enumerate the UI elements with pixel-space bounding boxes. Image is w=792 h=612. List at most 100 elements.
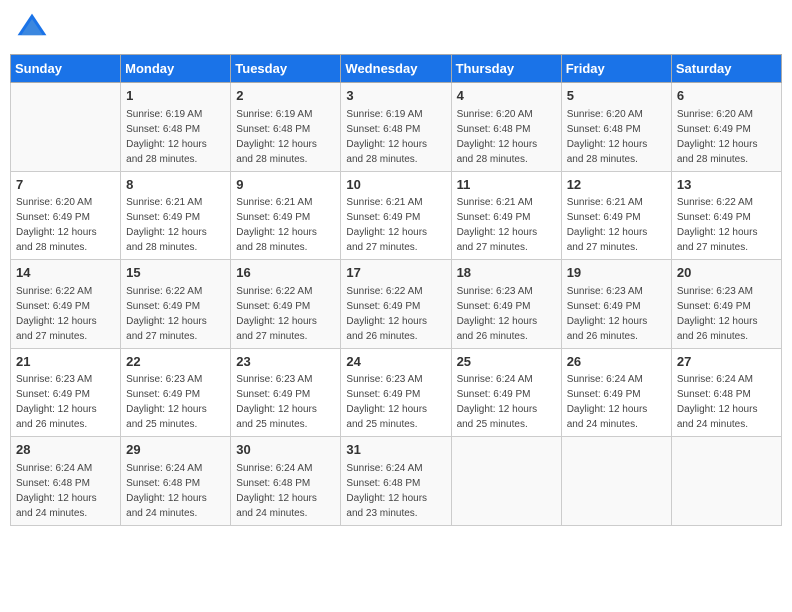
logo-icon [14,10,50,46]
day-cell: 1 Sunrise: 6:19 AM Sunset: 6:48 PM Daylig… [121,83,231,172]
day-info: Sunrise: 6:24 AM Sunset: 6:48 PM Dayligh… [236,463,317,519]
day-number: 25 [457,353,556,371]
day-cell: 27 Sunrise: 6:24 AM Sunset: 6:48 PM Dayli… [671,348,781,437]
day-cell: 8 Sunrise: 6:21 AM Sunset: 6:49 PM Daylig… [121,171,231,260]
day-cell: 20 Sunrise: 6:23 AM Sunset: 6:49 PM Dayli… [671,260,781,349]
day-cell: 16 Sunrise: 6:22 AM Sunset: 6:49 PM Dayli… [231,260,341,349]
day-cell: 31 Sunrise: 6:24 AM Sunset: 6:48 PM Dayli… [341,437,451,526]
week-row-2: 7 Sunrise: 6:20 AM Sunset: 6:49 PM Daylig… [11,171,782,260]
day-number: 30 [236,441,335,459]
day-cell: 18Sunrise: 6:23 AM Sunset: 6:49 PM Dayli… [451,260,561,349]
day-cell: 9Sunrise: 6:21 AM Sunset: 6:49 PM Daylig… [231,171,341,260]
day-number: 8 [126,176,225,194]
day-cell: 14Sunrise: 6:22 AM Sunset: 6:49 PM Dayli… [11,260,121,349]
day-cell: 7 Sunrise: 6:20 AM Sunset: 6:49 PM Daylig… [11,171,121,260]
day-number: 6 [677,87,776,105]
day-info: Sunrise: 6:20 AM Sunset: 6:49 PM Dayligh… [16,197,97,253]
days-header-row: SundayMondayTuesdayWednesdayThursdayFrid… [11,55,782,83]
day-number: 23 [236,353,335,371]
day-number: 21 [16,353,115,371]
day-number: 27 [677,353,776,371]
day-cell: 29Sunrise: 6:24 AM Sunset: 6:48 PM Dayli… [121,437,231,526]
day-cell: 5Sunrise: 6:20 AM Sunset: 6:48 PM Daylig… [561,83,671,172]
day-number: 19 [567,264,666,282]
day-info: Sunrise: 6:23 AM Sunset: 6:49 PM Dayligh… [16,374,97,430]
day-cell [561,437,671,526]
day-number: 15 [126,264,225,282]
day-info: Sunrise: 6:21 AM Sunset: 6:49 PM Dayligh… [126,197,207,253]
day-info: Sunrise: 6:23 AM Sunset: 6:49 PM Dayligh… [346,374,427,430]
day-cell: 4 Sunrise: 6:20 AM Sunset: 6:48 PM Daylig… [451,83,561,172]
day-info: Sunrise: 6:23 AM Sunset: 6:49 PM Dayligh… [126,374,207,430]
day-number: 16 [236,264,335,282]
header [10,10,782,46]
day-info: Sunrise: 6:22 AM Sunset: 6:49 PM Dayligh… [346,286,427,342]
day-number: 5 [567,87,666,105]
day-cell: 28Sunrise: 6:24 AM Sunset: 6:48 PM Dayli… [11,437,121,526]
day-info: Sunrise: 6:24 AM Sunset: 6:48 PM Dayligh… [126,463,207,519]
weekday-header-saturday: Saturday [671,55,781,83]
day-info: Sunrise: 6:20 AM Sunset: 6:48 PM Dayligh… [457,109,538,165]
day-cell: 13 Sunrise: 6:22 AM Sunset: 6:49 PM Dayli… [671,171,781,260]
day-number: 12 [567,176,666,194]
week-row-5: 28 Sunrise: 6:24 AM Sunset: 6:48 PM Dayli… [11,437,782,526]
day-cell: 25 Sunrise: 6:24 AM Sunset: 6:49 PM Dayli… [451,348,561,437]
day-cell: 15Sunrise: 6:22 AM Sunset: 6:49 PM Dayli… [121,260,231,349]
day-number: 14 [16,264,115,282]
day-cell [451,437,561,526]
day-number: 24 [346,353,445,371]
calendar-table: SundayMondayTuesdayWednesdayThursdayFrid… [10,54,782,526]
weekday-header-tuesday: Tuesday [231,55,341,83]
week-row-3: 14 Sunrise: 6:22 AM Sunset: 6:49 PM Dayli… [11,260,782,349]
day-cell: 19 Sunrise: 6:23 AM Sunset: 6:49 PM Dayli… [561,260,671,349]
week-row-4: 21 Sunrise: 6:23 AM Sunset: 6:49 PM Dayli… [11,348,782,437]
day-cell: 30 Sunrise: 6:24 AM Sunset: 6:48 PM Dayli… [231,437,341,526]
weekday-header-thursday: Thursday [451,55,561,83]
day-number: 31 [346,441,445,459]
day-info: Sunrise: 6:23 AM Sunset: 6:49 PM Dayligh… [567,286,648,342]
weekday-header-friday: Friday [561,55,671,83]
day-info: Sunrise: 6:24 AM Sunset: 6:49 PM Dayligh… [567,374,648,430]
day-cell: 6 Sunrise: 6:20 AM Sunset: 6:49 PM Daylig… [671,83,781,172]
day-number: 18 [457,264,556,282]
day-cell: 10 Sunrise: 6:21 AM Sunset: 6:49 PM Dayli… [341,171,451,260]
day-cell: 2 Sunrise: 6:19 AM Sunset: 6:48 PM Daylig… [231,83,341,172]
day-info: Sunrise: 6:23 AM Sunset: 6:49 PM Dayligh… [677,286,758,342]
day-number: 1 [126,87,225,105]
day-info: Sunrise: 6:20 AM Sunset: 6:49 PM Dayligh… [677,109,758,165]
logo [14,10,54,46]
day-cell: 23 Sunrise: 6:23 AM Sunset: 6:49 PM Dayli… [231,348,341,437]
weekday-header-wednesday: Wednesday [341,55,451,83]
day-info: Sunrise: 6:19 AM Sunset: 6:48 PM Dayligh… [346,109,427,165]
day-info: Sunrise: 6:24 AM Sunset: 6:48 PM Dayligh… [346,463,427,519]
day-number: 3 [346,87,445,105]
day-info: Sunrise: 6:24 AM Sunset: 6:49 PM Dayligh… [457,374,538,430]
day-cell: 3 Sunrise: 6:19 AM Sunset: 6:48 PM Daylig… [341,83,451,172]
day-info: Sunrise: 6:22 AM Sunset: 6:49 PM Dayligh… [236,286,317,342]
day-cell: 26 Sunrise: 6:24 AM Sunset: 6:49 PM Dayli… [561,348,671,437]
day-cell: 21 Sunrise: 6:23 AM Sunset: 6:49 PM Dayli… [11,348,121,437]
day-cell: 22 Sunrise: 6:23 AM Sunset: 6:49 PM Dayli… [121,348,231,437]
day-number: 2 [236,87,335,105]
day-number: 20 [677,264,776,282]
day-info: Sunrise: 6:19 AM Sunset: 6:48 PM Dayligh… [126,109,207,165]
day-number: 4 [457,87,556,105]
day-info: Sunrise: 6:24 AM Sunset: 6:48 PM Dayligh… [677,374,758,430]
day-number: 13 [677,176,776,194]
day-cell: 11Sunrise: 6:21 AM Sunset: 6:49 PM Dayli… [451,171,561,260]
day-number: 28 [16,441,115,459]
weekday-header-sunday: Sunday [11,55,121,83]
day-number: 26 [567,353,666,371]
day-info: Sunrise: 6:22 AM Sunset: 6:49 PM Dayligh… [677,197,758,253]
day-number: 9 [236,176,335,194]
week-row-1: 1 Sunrise: 6:19 AM Sunset: 6:48 PM Daylig… [11,83,782,172]
day-info: Sunrise: 6:23 AM Sunset: 6:49 PM Dayligh… [236,374,317,430]
day-number: 10 [346,176,445,194]
day-cell: 17Sunrise: 6:22 AM Sunset: 6:49 PM Dayli… [341,260,451,349]
day-info: Sunrise: 6:19 AM Sunset: 6:48 PM Dayligh… [236,109,317,165]
day-info: Sunrise: 6:21 AM Sunset: 6:49 PM Dayligh… [346,197,427,253]
day-number: 7 [16,176,115,194]
day-cell [671,437,781,526]
day-number: 22 [126,353,225,371]
day-number: 11 [457,176,556,194]
